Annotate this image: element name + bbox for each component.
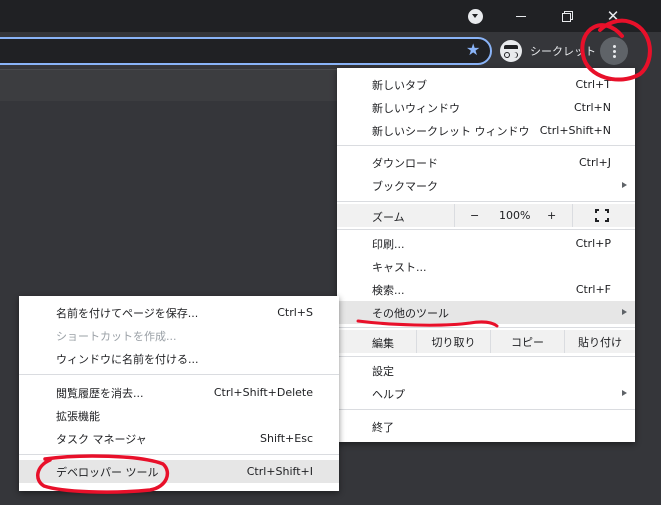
bookmarks-bar — [0, 69, 340, 101]
submenu-item-clear-history[interactable]: 閲覧履歴を消去... Ctrl+Shift+Delete — [19, 381, 339, 404]
fullscreen-icon — [595, 209, 609, 222]
edit-row: 編集 切り取り コピー 貼り付け — [337, 330, 635, 353]
menu-divider — [337, 229, 635, 230]
paste-button[interactable]: 貼り付け — [564, 330, 635, 353]
submenu-item-save-page[interactable]: 名前を付けてページを保存... Ctrl+S — [19, 301, 339, 324]
menu-item-settings[interactable]: 設定 — [337, 359, 635, 382]
menu-item-help[interactable]: ヘルプ — [337, 382, 635, 405]
menu-divider — [337, 201, 635, 202]
chrome-main-menu: 新しいタブ Ctrl+T 新しいウィンドウ Ctrl+N 新しいシークレット ウィン… — [337, 68, 635, 442]
address-bar[interactable] — [0, 37, 492, 65]
menu-item-find[interactable]: 検索... Ctrl+F — [337, 278, 635, 301]
menu-divider — [337, 356, 635, 357]
menu-item-new-incognito-window[interactable]: 新しいシークレット ウィンドウ Ctrl+Shift+N — [337, 119, 635, 142]
zoom-out-button[interactable]: − — [454, 204, 493, 227]
incognito-icon — [500, 40, 522, 62]
menu-divider — [19, 374, 339, 375]
menu-item-more-tools[interactable]: その他のツール — [337, 301, 635, 324]
menu-divider — [337, 145, 635, 146]
menu-item-print[interactable]: 印刷... Ctrl+P — [337, 232, 635, 255]
menu-divider — [19, 454, 339, 455]
tab-search-icon[interactable] — [468, 9, 483, 24]
close-button[interactable]: ✕ — [590, 0, 636, 32]
menu-item-bookmarks[interactable]: ブックマーク — [337, 174, 635, 197]
submenu-item-name-window[interactable]: ウィンドウに名前を付ける... — [19, 347, 339, 370]
incognito-label: シークレット — [530, 45, 596, 58]
menu-divider — [337, 327, 635, 328]
menu-divider — [337, 409, 635, 410]
menu-item-exit[interactable]: 終了 — [337, 415, 635, 438]
copy-button[interactable]: コピー — [490, 330, 564, 353]
submenu-arrow-icon — [622, 309, 627, 315]
close-icon: ✕ — [606, 6, 620, 25]
minimize-button[interactable] — [498, 0, 544, 32]
submenu-item-task-manager[interactable]: タスク マネージャ Shift+Esc — [19, 427, 339, 450]
submenu-item-developer-tools[interactable]: デベロッパー ツール Ctrl+Shift+I — [19, 460, 339, 483]
chrome-menu-button[interactable] — [600, 37, 628, 65]
restore-icon — [562, 11, 573, 22]
edit-label: 編集 — [372, 337, 394, 350]
zoom-level: 100% — [499, 209, 531, 222]
submenu-item-create-shortcut: ショートカットを作成... — [56, 329, 177, 343]
submenu-arrow-icon — [622, 390, 627, 396]
submenu-arrow-icon — [622, 182, 627, 188]
title-bar: ✕ — [0, 0, 661, 32]
zoom-row: ズーム − 100% + — [337, 204, 635, 227]
more-tools-submenu: 名前を付けてページを保存... Ctrl+S ショートカットを作成... ウィンド… — [19, 296, 339, 491]
zoom-in-button[interactable]: + — [533, 204, 572, 227]
menu-item-downloads[interactable]: ダウンロード Ctrl+J — [337, 151, 635, 174]
cut-button[interactable]: 切り取り — [416, 330, 490, 353]
restore-button[interactable] — [544, 0, 590, 32]
submenu-item-extensions[interactable]: 拡張機能 — [19, 404, 339, 427]
minimize-icon — [516, 15, 526, 17]
bookmark-star-icon[interactable]: ★ — [466, 42, 480, 58]
menu-item-cast[interactable]: キャスト... — [337, 255, 635, 278]
menu-item-new-window[interactable]: 新しいウィンドウ Ctrl+N — [337, 96, 635, 119]
incognito-indicator[interactable]: シークレット — [500, 38, 596, 64]
menu-item-new-tab[interactable]: 新しいタブ Ctrl+T — [337, 73, 635, 96]
zoom-label: ズーム — [372, 211, 405, 224]
